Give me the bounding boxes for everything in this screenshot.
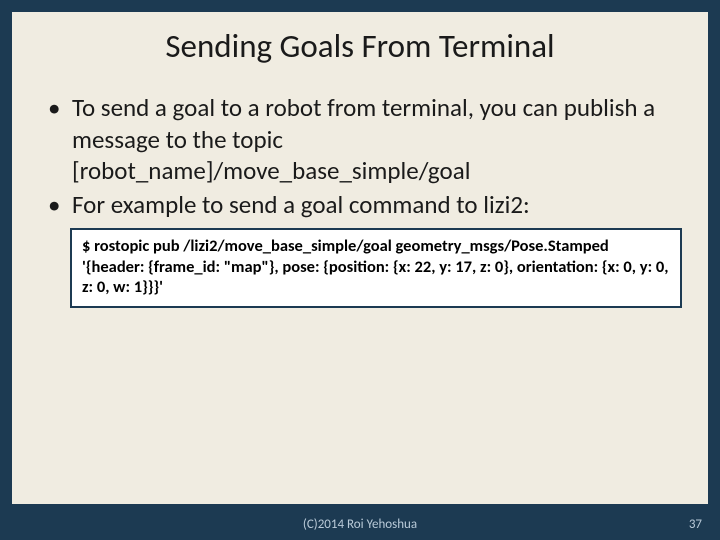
content-panel: Sending Goals From Terminal To send a go… <box>12 12 708 504</box>
code-box: $ rostopic pub /lizi2/move_base_simple/g… <box>70 228 682 308</box>
code-line: $ rostopic pub /lizi2/move_base_simple/g… <box>82 236 670 257</box>
code-line: '{header: {frame_id: "map"}, pose: {posi… <box>82 257 670 298</box>
bullet-list: To send a goal to a robot from terminal,… <box>12 92 708 220</box>
slide-footer: (C)2014 Roi Yehoshua 37 <box>0 508 720 540</box>
bullet-item: To send a goal to a robot from terminal,… <box>48 92 682 187</box>
page-number: 37 <box>689 517 702 532</box>
slide-title: Sending Goals From Terminal <box>12 26 708 66</box>
copyright-text: (C)2014 Roi Yehoshua <box>303 517 417 532</box>
slide: Sending Goals From Terminal To send a go… <box>0 0 720 540</box>
bullet-item: For example to send a goal command to li… <box>48 189 682 221</box>
